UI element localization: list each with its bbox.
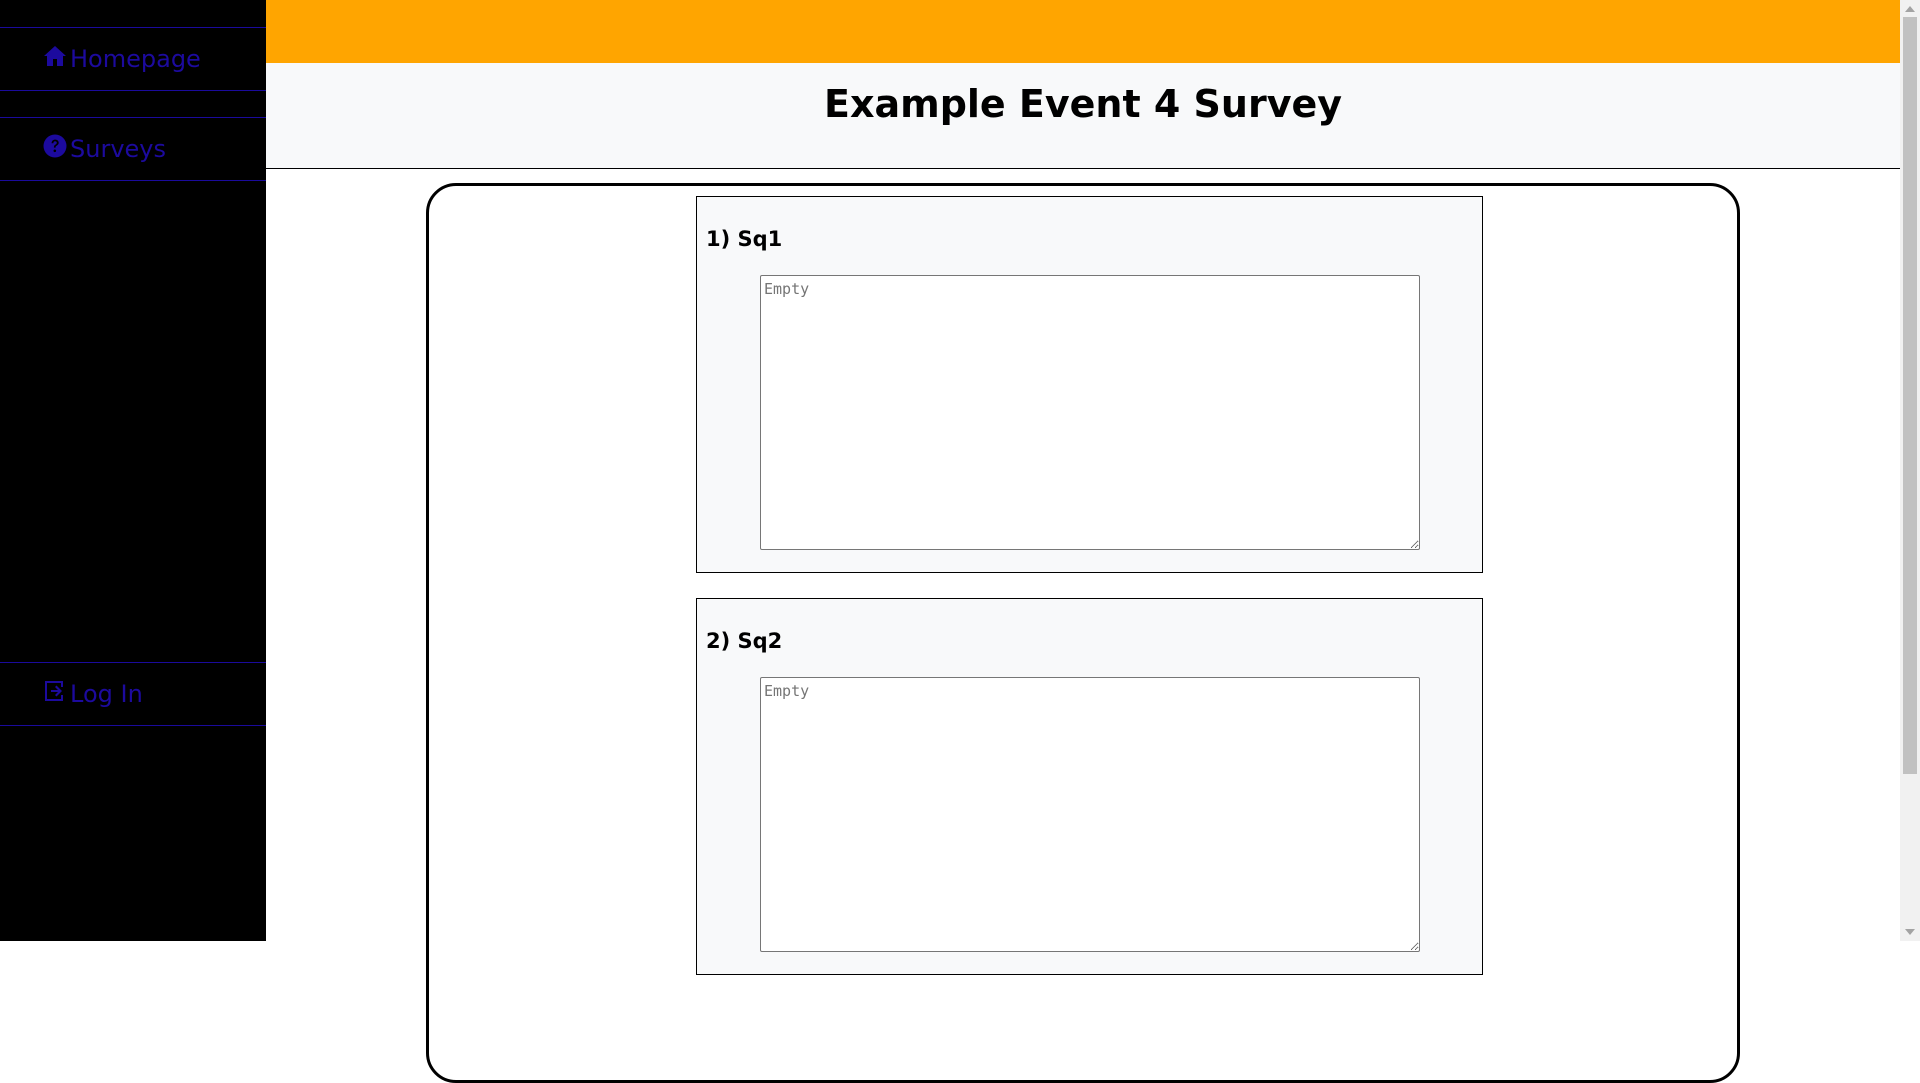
vertical-scrollbar[interactable] (1900, 0, 1920, 941)
sidebar-item-label: Surveys (70, 135, 166, 163)
main-content: 1) Sq1 2) Sq2 (266, 169, 1900, 1083)
page-header: Example Event 4 Survey (266, 63, 1900, 169)
question-card: 1) Sq1 (696, 196, 1483, 573)
sidebar-item-homepage[interactable]: Homepage (0, 27, 266, 91)
sidebar-item-label: Log In (70, 680, 143, 708)
sidebar-item-surveys[interactable]: Surveys (0, 117, 266, 181)
question-card: 2) Sq2 (696, 598, 1483, 975)
survey-card: 1) Sq1 2) Sq2 (426, 183, 1740, 1083)
answer-textarea[interactable] (760, 275, 1420, 550)
page-title: Example Event 4 Survey (823, 81, 1343, 126)
scrollbar-thumb[interactable] (1903, 17, 1917, 774)
top-bar (266, 0, 1900, 63)
scroll-up-arrow-icon[interactable] (1905, 6, 1915, 12)
scroll-down-arrow-icon[interactable] (1905, 929, 1915, 935)
question-circle-icon (42, 133, 68, 159)
question-label: 2) Sq2 (706, 629, 783, 653)
sidebar-item-label: Homepage (70, 45, 201, 73)
question-label: 1) Sq1 (706, 227, 783, 251)
sign-in-icon (42, 678, 68, 704)
answer-textarea[interactable] (760, 677, 1420, 952)
sidebar-item-log-in[interactable]: Log In (0, 662, 266, 726)
sidebar: Homepage Surveys Log In (0, 0, 266, 941)
home-icon (42, 43, 68, 69)
